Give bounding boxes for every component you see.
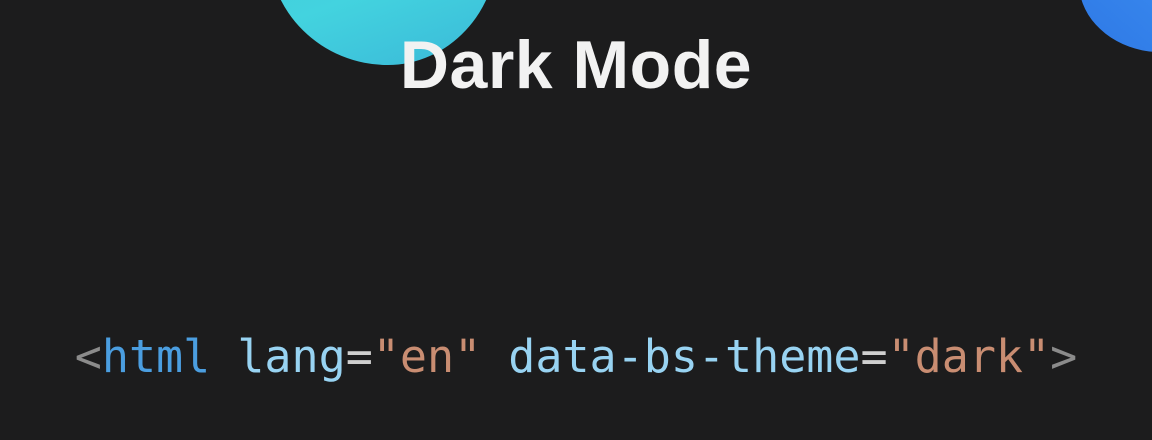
code-close-bracket: > bbox=[1050, 330, 1078, 383]
code-attr-lang-value: "en" bbox=[372, 330, 482, 383]
page-title: Dark Mode bbox=[399, 27, 753, 103]
code-attr-theme-value: "dark" bbox=[887, 330, 1051, 383]
code-tag-name: html bbox=[101, 330, 211, 383]
code-attr-lang: lang bbox=[237, 330, 346, 383]
code-attr-lang-equals: = bbox=[345, 330, 373, 383]
code-snippet: <html lang="en" data-bs-theme="dark"> bbox=[0, 330, 1152, 383]
code-open-bracket: < bbox=[74, 330, 102, 383]
code-attr-theme: data-bs-theme bbox=[508, 330, 861, 383]
code-attr-theme-equals: = bbox=[860, 330, 888, 383]
